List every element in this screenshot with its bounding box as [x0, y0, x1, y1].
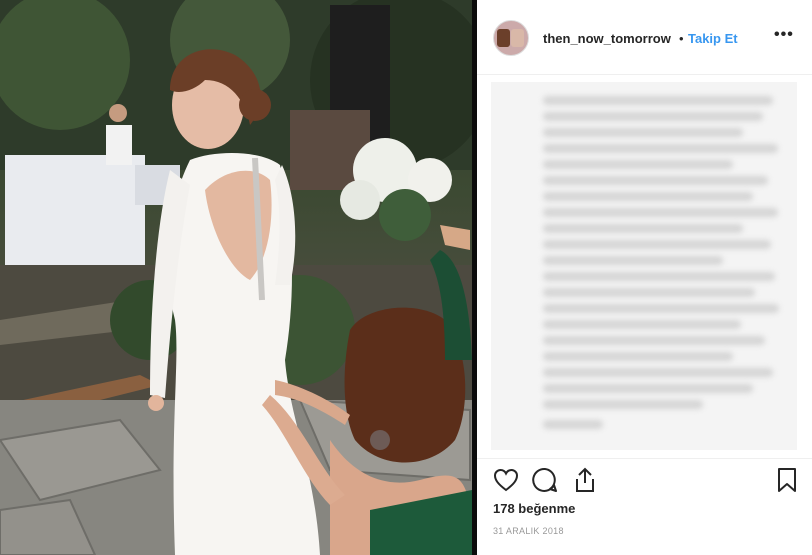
likes-count[interactable]: 178 beğenme: [493, 501, 575, 516]
bookmark-icon[interactable]: [776, 467, 798, 493]
comment-icon[interactable]: [532, 467, 558, 493]
wedding-photo-illustration: [0, 0, 472, 555]
share-icon[interactable]: [573, 467, 597, 493]
post-header: then_now_tomorrow • Takip Et •••: [477, 0, 812, 75]
post-side-panel: then_now_tomorrow • Takip Et ••• 178 beğ…: [477, 0, 812, 555]
heart-icon[interactable]: [493, 468, 519, 492]
follow-button[interactable]: Takip Et: [688, 31, 738, 46]
post-photo[interactable]: [0, 0, 472, 555]
avatar[interactable]: [493, 20, 529, 56]
caption-area: [491, 82, 797, 450]
post-date[interactable]: 31 ARALIK 2018: [493, 526, 564, 536]
separator-dot: •: [679, 31, 684, 46]
more-options-button[interactable]: •••: [774, 26, 794, 44]
action-bar: [477, 458, 812, 499]
username-link[interactable]: then_now_tomorrow: [543, 31, 671, 46]
post-view: then_now_tomorrow • Takip Et ••• 178 beğ…: [0, 0, 812, 555]
